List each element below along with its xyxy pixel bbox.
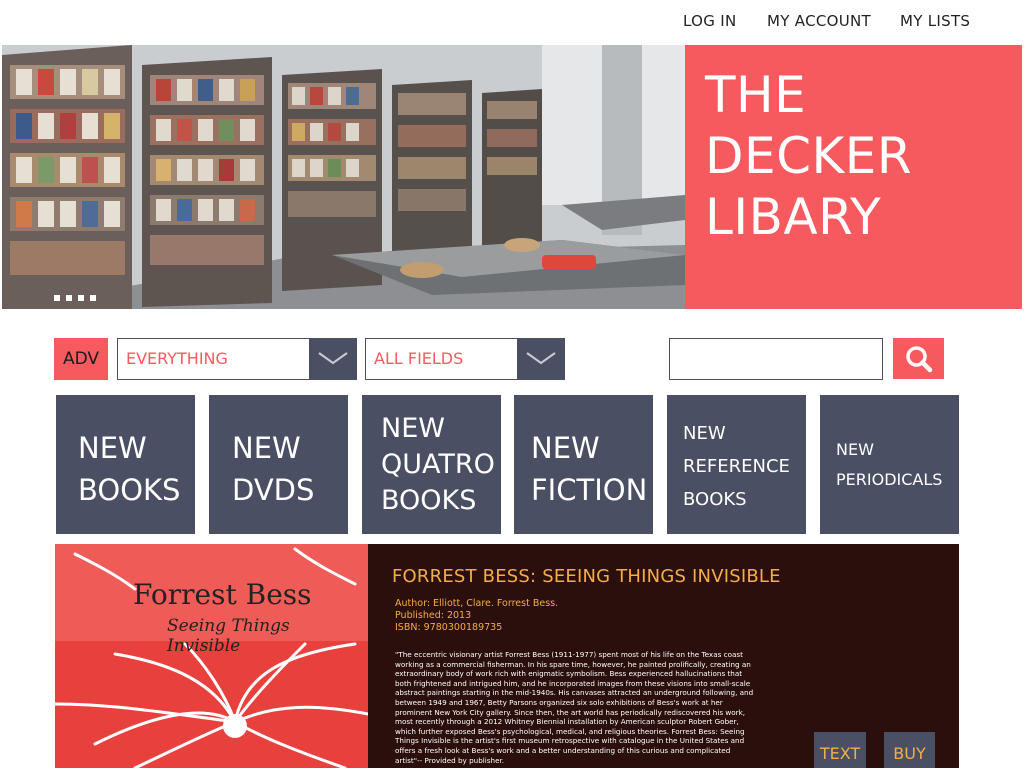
tile-label: DVDS bbox=[232, 473, 315, 507]
book-author: Author: Elliott, Clare. Forrest Bess. bbox=[395, 598, 559, 609]
tile-label: FICTION bbox=[531, 473, 648, 507]
book-meta: Author: Elliott, Clare. Forrest Bess. Pu… bbox=[395, 598, 558, 634]
library-title: THE DECKER LIBARY bbox=[705, 65, 912, 248]
tile-label: NEW bbox=[381, 413, 445, 444]
carousel-dot[interactable] bbox=[78, 295, 84, 301]
search-input[interactable] bbox=[669, 338, 883, 380]
carousel-dot[interactable] bbox=[66, 295, 72, 301]
carousel-dot[interactable] bbox=[90, 295, 96, 301]
scope-select-value: EVERYTHING bbox=[126, 349, 228, 368]
title-line: THE bbox=[705, 66, 807, 124]
tile-label: NEW bbox=[683, 423, 726, 444]
library-shelves-illustration bbox=[2, 45, 685, 309]
field-select-value: ALL FIELDS bbox=[374, 349, 464, 368]
tile-new-quatro-books[interactable]: NEW QUATRO BOOKS bbox=[362, 395, 501, 534]
advanced-search-label: ADV bbox=[62, 349, 100, 369]
chevron-down-icon[interactable] bbox=[309, 339, 356, 379]
tile-label: REFERENCE bbox=[683, 456, 790, 477]
book-description: "The eccentric visionary artist Forrest … bbox=[395, 650, 754, 765]
tile-label: NEW bbox=[836, 440, 874, 459]
login-link[interactable]: LOG IN bbox=[683, 12, 736, 30]
tile-new-books[interactable]: NEW BOOKS bbox=[56, 395, 195, 534]
search-button[interactable] bbox=[893, 338, 944, 379]
scope-select[interactable]: EVERYTHING bbox=[117, 338, 357, 380]
carousel-dot[interactable] bbox=[54, 295, 60, 301]
hero-banner: THE DECKER LIBARY bbox=[2, 45, 1022, 309]
search-bar: ADV EVERYTHING ALL FIELDS bbox=[0, 338, 1024, 380]
featured-book: Forrest Bess Seeing Things Invisible FOR… bbox=[55, 544, 959, 768]
search-icon bbox=[906, 346, 933, 373]
book-cover[interactable]: Forrest Bess Seeing Things Invisible bbox=[55, 544, 368, 768]
tile-label: NEW bbox=[531, 431, 600, 465]
title-line: DECKER bbox=[705, 127, 913, 185]
title-line: LIBARY bbox=[705, 188, 882, 246]
tile-label: BOOKS bbox=[381, 485, 477, 516]
buy-button[interactable]: BUY bbox=[884, 732, 935, 768]
text-button[interactable]: TEXT bbox=[814, 732, 866, 768]
field-select[interactable]: ALL FIELDS bbox=[365, 338, 565, 380]
cover-subtitle: Seeing Things Invisible bbox=[167, 616, 290, 656]
tile-label: PERIODICALS bbox=[836, 470, 943, 489]
tile-new-periodicals[interactable]: NEW PERIODICALS bbox=[820, 395, 959, 534]
chevron-down-icon[interactable] bbox=[517, 339, 564, 379]
tile-label: QUATRO bbox=[381, 449, 495, 480]
tile-new-reference-books[interactable]: NEW REFERENCE BOOKS bbox=[667, 395, 806, 534]
book-isbn: ISBN: 9780300189735 bbox=[395, 622, 503, 633]
cover-author: Forrest Bess bbox=[133, 578, 312, 611]
my-account-link[interactable]: MY ACCOUNT bbox=[767, 12, 871, 30]
carousel-dots bbox=[54, 286, 102, 305]
book-title[interactable]: FORREST BESS: SEEING THINGS INVISIBLE bbox=[392, 566, 781, 587]
library-title-panel: THE DECKER LIBARY bbox=[685, 45, 1022, 309]
hero-library-photo bbox=[2, 45, 685, 309]
tile-new-fiction[interactable]: NEW FICTION bbox=[514, 395, 653, 534]
top-nav: LOG IN MY ACCOUNT MY LISTS bbox=[0, 0, 1024, 44]
tile-label: NEW bbox=[78, 431, 147, 465]
book-published: Published: 2013 bbox=[395, 610, 472, 621]
tile-label: BOOKS bbox=[683, 489, 747, 510]
advanced-search-button[interactable]: ADV bbox=[54, 338, 108, 380]
tile-label: NEW bbox=[232, 431, 301, 465]
tile-label: BOOKS bbox=[78, 473, 181, 507]
tile-new-dvds[interactable]: NEW DVDS bbox=[209, 395, 348, 534]
my-lists-link[interactable]: MY LISTS bbox=[900, 12, 970, 30]
